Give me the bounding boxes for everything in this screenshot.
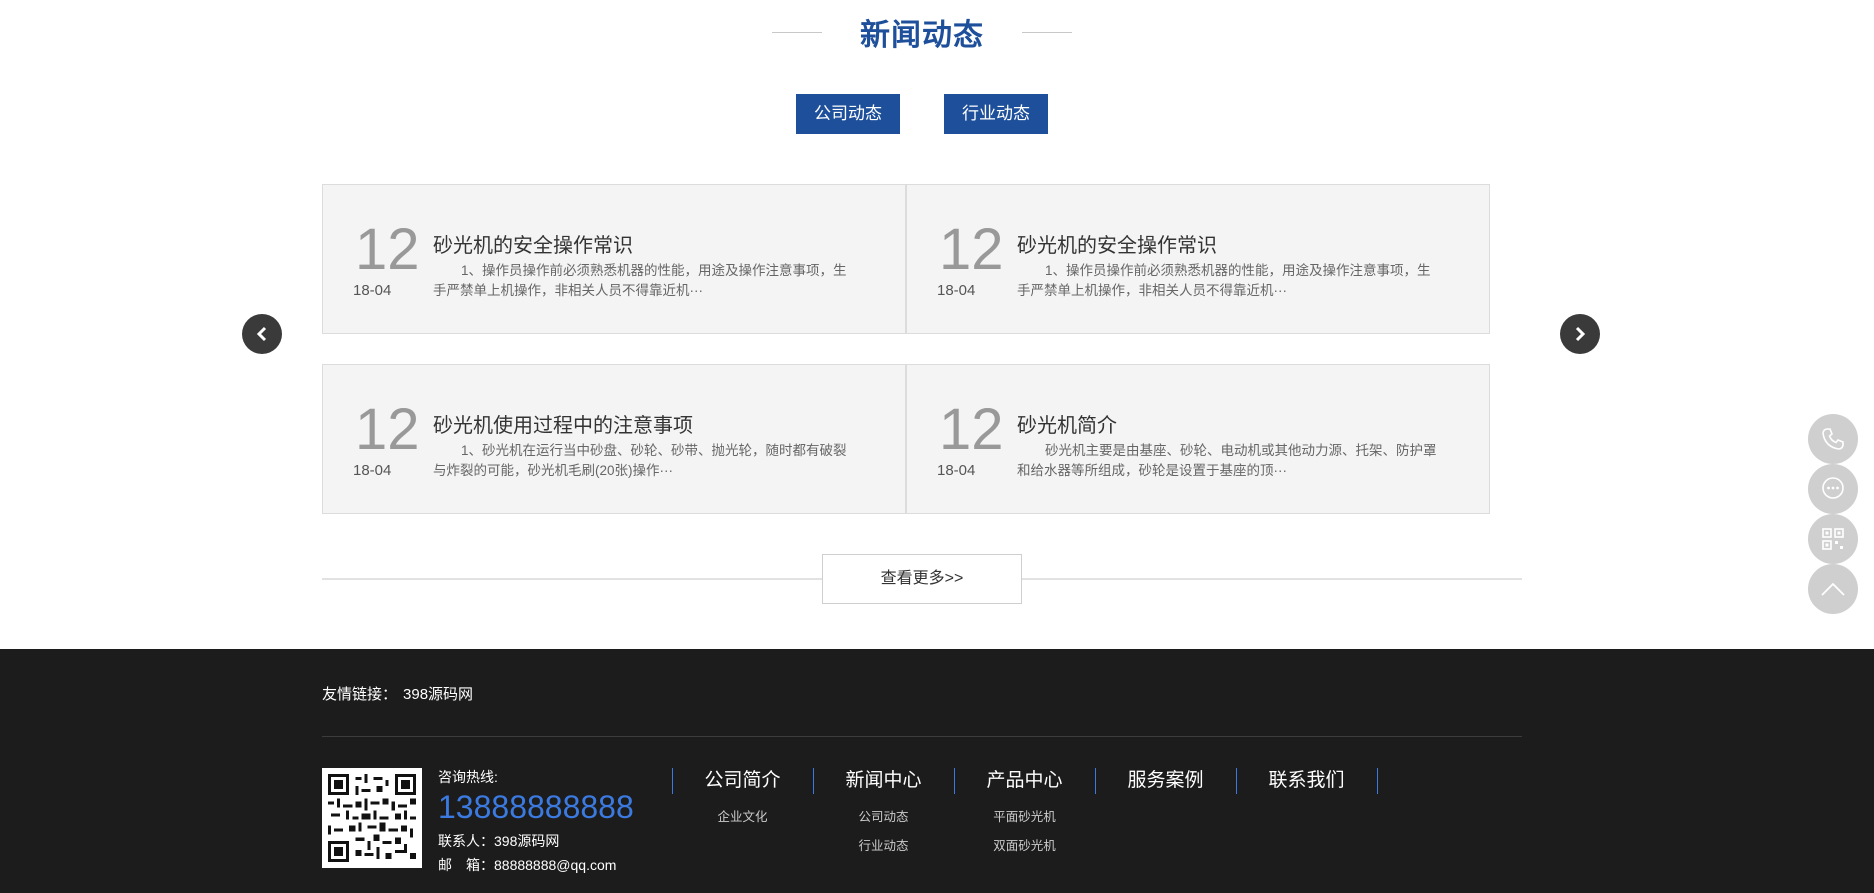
hotline-number[interactable]: 13888888888 (438, 789, 634, 825)
hotline-label: 咨询热线: (438, 769, 498, 785)
footer-nav-contact[interactable]: 联系我们 (1236, 768, 1377, 794)
news-year-month: 18-04 (937, 282, 976, 299)
footer-subnav-item[interactable]: 双面砂光机 (954, 835, 1095, 854)
float-back-to-top-button[interactable] (1808, 564, 1858, 614)
news-card[interactable]: 12 18-04 砂光机的安全操作常识 1、操作员操作前必须熟悉机器的性能，用途… (322, 184, 906, 334)
contact-email[interactable]: 邮 箱：88888888@qq.com (438, 855, 634, 875)
news-card[interactable]: 12 18-04 砂光机的安全操作常识 1、操作员操作前必须熟悉机器的性能，用途… (906, 184, 1490, 334)
news-summary: 1、操作员操作前必须熟悉机器的性能，用途及操作注意事项，生手严禁单上机操作，非相… (433, 263, 847, 298)
contact-person: 联系人：398源码网 (438, 833, 560, 849)
nav-divider (1377, 768, 1378, 794)
news-title[interactable]: 砂光机简介 (1017, 409, 1117, 438)
news-day: 12 (355, 217, 420, 282)
chevron-right-icon (1575, 326, 1586, 342)
news-year-month: 18-04 (353, 282, 392, 299)
nav-divider (954, 768, 955, 794)
chevron-left-icon (256, 326, 267, 342)
footer-subnav-item[interactable]: 平面砂光机 (954, 806, 1095, 825)
news-day: 12 (355, 397, 420, 462)
news-card[interactable]: 12 18-04 砂光机使用过程中的注意事项 1、砂光机在运行当中砂盘、砂轮、砂… (322, 364, 906, 514)
footer-nav-company[interactable]: 公司简介 (672, 768, 813, 794)
news-summary: 1、操作员操作前必须熟悉机器的性能，用途及操作注意事项，生手严禁单上机操作，非相… (1017, 263, 1431, 298)
nav-divider (1095, 768, 1096, 794)
news-card[interactable]: 12 18-04 砂光机简介 砂光机主要是由基座、砂轮、电动机或其他动力源、托架… (906, 364, 1490, 514)
footer-divider (322, 736, 1522, 737)
nav-divider (813, 768, 814, 794)
friend-links-label: 友情链接： (322, 686, 398, 703)
float-qrcode-button[interactable] (1808, 514, 1858, 564)
qrcode-icon (1822, 528, 1844, 550)
news-title[interactable]: 砂光机使用过程中的注意事项 (433, 409, 693, 438)
qrcode-icon (328, 774, 416, 862)
footer-subnav-item[interactable]: 公司动态 (813, 806, 954, 825)
footer-nav-cases[interactable]: 服务案例 (1095, 768, 1236, 794)
news-section-header: 新闻动态 (0, 0, 1874, 70)
footer-nav: 公司简介 企业文化 新闻中心 公司动态 行业动态 产品中心 平面砂光机 双面砂光… (672, 768, 1378, 854)
news-title[interactable]: 砂光机的安全操作常识 (1017, 229, 1217, 258)
back-to-top-icon (1821, 582, 1845, 596)
news-summary: 砂光机主要是由基座、砂轮、电动机或其他动力源、托架、防护罩和给水器等所组成，砂轮… (1017, 443, 1437, 478)
tab-industry-news[interactable]: 行业动态 (944, 94, 1048, 134)
news-summary: 1、砂光机在运行当中砂盘、砂轮、砂带、抛光轮，随时都有破裂与炸裂的可能，砂光机毛… (433, 443, 847, 478)
qr-code-image (322, 768, 422, 868)
view-more-button[interactable]: 查看更多>> (822, 554, 1022, 604)
section-title: 新闻动态 (860, 19, 984, 52)
footer: 友情链接： 398源码网 咨询热线: 13888888888 联系人：398源码… (0, 649, 1874, 893)
tab-company-news[interactable]: 公司动态 (796, 94, 900, 134)
news-year-month: 18-04 (937, 462, 976, 479)
phone-icon (1822, 428, 1844, 450)
footer-nav-col: 新闻中心 公司动态 行业动态 (813, 768, 954, 854)
friend-links: 友情链接： 398源码网 (322, 683, 473, 704)
footer-nav-col: 公司简介 企业文化 (672, 768, 813, 854)
title-divider-right (1022, 32, 1072, 33)
float-chat-button[interactable] (1808, 464, 1858, 514)
news-day: 12 (939, 397, 1004, 462)
footer-nav-col: 产品中心 平面砂光机 双面砂光机 (954, 768, 1095, 854)
footer-nav-col: 联系我们 (1236, 768, 1378, 854)
news-title[interactable]: 砂光机的安全操作常识 (433, 229, 633, 258)
contact-info: 咨询热线: 13888888888 联系人：398源码网 邮 箱：8888888… (438, 767, 634, 875)
news-tabs: 公司动态 行业动态 (796, 94, 1048, 134)
footer-nav-col: 服务案例 (1095, 768, 1236, 854)
nav-divider (672, 768, 673, 794)
footer-subnav-item[interactable]: 行业动态 (813, 835, 954, 854)
carousel-prev-button[interactable] (242, 314, 282, 354)
chat-icon (1822, 477, 1844, 499)
friend-link-item[interactable]: 398源码网 (403, 686, 473, 703)
nav-divider (1236, 768, 1237, 794)
news-day: 12 (939, 217, 1004, 282)
footer-subnav-item[interactable]: 企业文化 (672, 806, 813, 825)
float-phone-button[interactable] (1808, 414, 1858, 464)
footer-nav-products[interactable]: 产品中心 (954, 768, 1095, 794)
carousel-next-button[interactable] (1560, 314, 1600, 354)
footer-nav-news[interactable]: 新闻中心 (813, 768, 954, 794)
news-year-month: 18-04 (353, 462, 392, 479)
